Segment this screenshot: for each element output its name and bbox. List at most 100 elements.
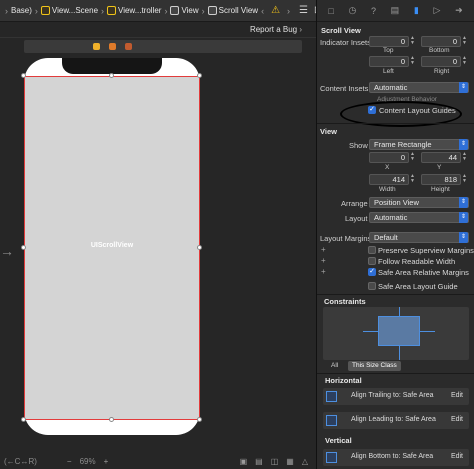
storyboard-canvas[interactable]: Report a Bug › → UIScrollView (←C↔R) − 6… bbox=[0, 22, 316, 469]
iphone-frame: UIScrollView bbox=[21, 58, 202, 435]
chevron-updown-icon: ⇕ bbox=[459, 139, 468, 150]
report-bug-link[interactable]: Report a Bug › bbox=[250, 25, 302, 34]
canvas-bottom-bar: (←C↔R) − 69% + ▣ ▤ ◫ ▦ △ bbox=[0, 453, 316, 469]
layout-margins-label: Layout Margins bbox=[320, 234, 372, 243]
scene-dock bbox=[24, 40, 302, 53]
exit-icon[interactable] bbox=[125, 43, 132, 50]
history-icon[interactable]: ◷ bbox=[348, 5, 356, 16]
resize-handle[interactable] bbox=[197, 245, 202, 250]
constraint-row[interactable]: Align Bottom to: Safe Area Edit bbox=[323, 449, 469, 466]
breadcrumb-scroll-view[interactable]: Scroll View bbox=[207, 6, 258, 15]
view-controller-icon[interactable] bbox=[93, 43, 100, 50]
indicator-top-field[interactable]: 0 bbox=[369, 36, 409, 47]
indicator-bottom-field[interactable]: 0 bbox=[421, 36, 461, 47]
pin-icon[interactable]: ▦ bbox=[286, 457, 294, 466]
size-inspector-icon[interactable]: ▷ bbox=[433, 5, 440, 16]
stepper-icon[interactable]: ▲ ▼ bbox=[461, 56, 468, 67]
constraint-icon bbox=[326, 452, 337, 463]
stepper-icon[interactable]: ▲ ▼ bbox=[409, 152, 416, 163]
indicator-right-field[interactable]: 0 bbox=[421, 56, 461, 67]
zoom-out-icon[interactable]: − bbox=[67, 457, 72, 466]
stepper-icon[interactable]: ▲ ▼ bbox=[409, 174, 416, 185]
chevron-left-icon[interactable]: ‹ bbox=[261, 6, 264, 16]
resize-handle[interactable] bbox=[109, 73, 114, 78]
resize-handle[interactable] bbox=[21, 73, 26, 78]
safe-area-relative-label: Safe Area Relative Margins bbox=[378, 268, 469, 277]
add-variation-icon[interactable]: + bbox=[321, 245, 326, 254]
stepper-icon[interactable]: ▲ ▼ bbox=[409, 36, 416, 47]
resize-handle[interactable] bbox=[197, 73, 202, 78]
bottom-label: Bottom bbox=[429, 47, 450, 54]
quick-help-icon[interactable]: ? bbox=[371, 6, 376, 16]
edit-button[interactable]: Edit bbox=[451, 416, 463, 423]
breadcrumb-base[interactable]: Base) bbox=[11, 6, 32, 15]
x-field[interactable]: 0 bbox=[369, 152, 409, 163]
constraints-diagram[interactable] bbox=[323, 307, 469, 360]
height-field[interactable]: 818 bbox=[421, 174, 461, 185]
zoom-level[interactable]: 69% bbox=[80, 457, 96, 466]
chevron-right-icon: › bbox=[164, 5, 168, 16]
list-icon[interactable]: ☰ bbox=[299, 5, 308, 16]
device-notch bbox=[62, 58, 162, 74]
add-variation-icon[interactable]: + bbox=[321, 256, 326, 265]
connections-inspector-icon[interactable]: ➜ bbox=[455, 5, 463, 16]
breadcrumb-scene[interactable]: View...Scene bbox=[40, 6, 98, 15]
zoom-in-icon[interactable]: + bbox=[104, 457, 109, 466]
constraint-row[interactable]: Align Trailing to: Safe Area Edit bbox=[323, 388, 469, 405]
stepper-icon[interactable]: ▲ ▼ bbox=[461, 36, 468, 47]
breadcrumb-controller[interactable]: View...troller bbox=[107, 6, 161, 15]
layout-margins-popup[interactable]: Default ⇕ bbox=[369, 232, 469, 243]
breadcrumb-view[interactable]: View bbox=[170, 6, 199, 15]
chevron-right-icon: › bbox=[34, 5, 38, 16]
preserve-superview-checkbox[interactable] bbox=[368, 246, 376, 254]
chevron-right-icon: › bbox=[101, 5, 105, 16]
content-insets-popup[interactable]: Automatic ⇕ bbox=[369, 82, 469, 93]
show-popup[interactable]: Frame Rectangle ⇕ bbox=[369, 139, 469, 150]
width-field[interactable]: 414 bbox=[369, 174, 409, 185]
file-inspector-icon[interactable]: □ bbox=[328, 6, 333, 16]
view-controller-icon bbox=[107, 6, 117, 15]
chevron-updown-icon: ⇕ bbox=[459, 232, 468, 243]
edit-button[interactable]: Edit bbox=[451, 453, 463, 460]
attributes-inspector-icon[interactable]: ▮ bbox=[414, 5, 419, 16]
identity-inspector-icon[interactable]: ▤ bbox=[391, 5, 400, 16]
safe-area-relative-checkbox[interactable]: ✓ bbox=[368, 268, 376, 276]
canvas-top-bar: Report a Bug › bbox=[0, 22, 316, 38]
resize-handle[interactable] bbox=[109, 417, 114, 422]
stepper-icon[interactable]: ▲ ▼ bbox=[461, 174, 468, 185]
resize-handle[interactable] bbox=[21, 245, 26, 250]
align-icon[interactable]: ◫ bbox=[271, 457, 279, 466]
layout-label: Layout bbox=[345, 214, 368, 223]
preserve-superview-label: Preserve Superview Margins bbox=[378, 246, 474, 255]
scroll-view[interactable]: UIScrollView bbox=[24, 76, 200, 420]
follow-readable-checkbox[interactable] bbox=[368, 257, 376, 265]
warning-icon[interactable]: ⚠ bbox=[271, 5, 280, 16]
add-variation-icon[interactable]: + bbox=[321, 267, 326, 276]
safe-area-guide-checkbox[interactable] bbox=[368, 282, 376, 290]
first-responder-icon[interactable] bbox=[109, 43, 116, 50]
indicator-left-field[interactable]: 0 bbox=[369, 56, 409, 67]
stepper-icon[interactable]: ▲ ▼ bbox=[409, 56, 416, 67]
tab-all[interactable]: All bbox=[331, 361, 338, 371]
resize-handle[interactable] bbox=[197, 417, 202, 422]
stepper-icon[interactable]: ▲ ▼ bbox=[461, 152, 468, 163]
constraint-row[interactable]: Align Leading to: Safe Area Edit bbox=[323, 412, 469, 429]
chevron-updown-icon: ⇕ bbox=[459, 197, 468, 208]
device-config-label[interactable]: (←C↔R) bbox=[4, 457, 37, 466]
safe-area-guide-label: Safe Area Layout Guide bbox=[378, 282, 458, 291]
left-label: Left bbox=[383, 68, 394, 75]
resolve-issues-icon[interactable]: △ bbox=[302, 457, 308, 466]
arrange-label: Arrange bbox=[341, 199, 368, 208]
right-label: Right bbox=[434, 68, 450, 75]
layout-popup[interactable]: Automatic ⇕ bbox=[369, 212, 469, 223]
entry-point-arrow-icon[interactable]: → bbox=[0, 243, 14, 259]
top-label: Top bbox=[383, 47, 394, 54]
arrange-popup[interactable]: Position View ⇕ bbox=[369, 197, 469, 208]
resize-handle[interactable] bbox=[21, 417, 26, 422]
tab-this-size-class[interactable]: This Size Class bbox=[348, 361, 401, 371]
edit-button[interactable]: Edit bbox=[451, 392, 463, 399]
y-field[interactable]: 44 bbox=[421, 152, 461, 163]
chevron-right-icon[interactable]: › bbox=[287, 6, 290, 16]
update-frames-icon[interactable]: ▣ bbox=[240, 457, 248, 466]
stack-icon[interactable]: ▤ bbox=[255, 457, 263, 466]
